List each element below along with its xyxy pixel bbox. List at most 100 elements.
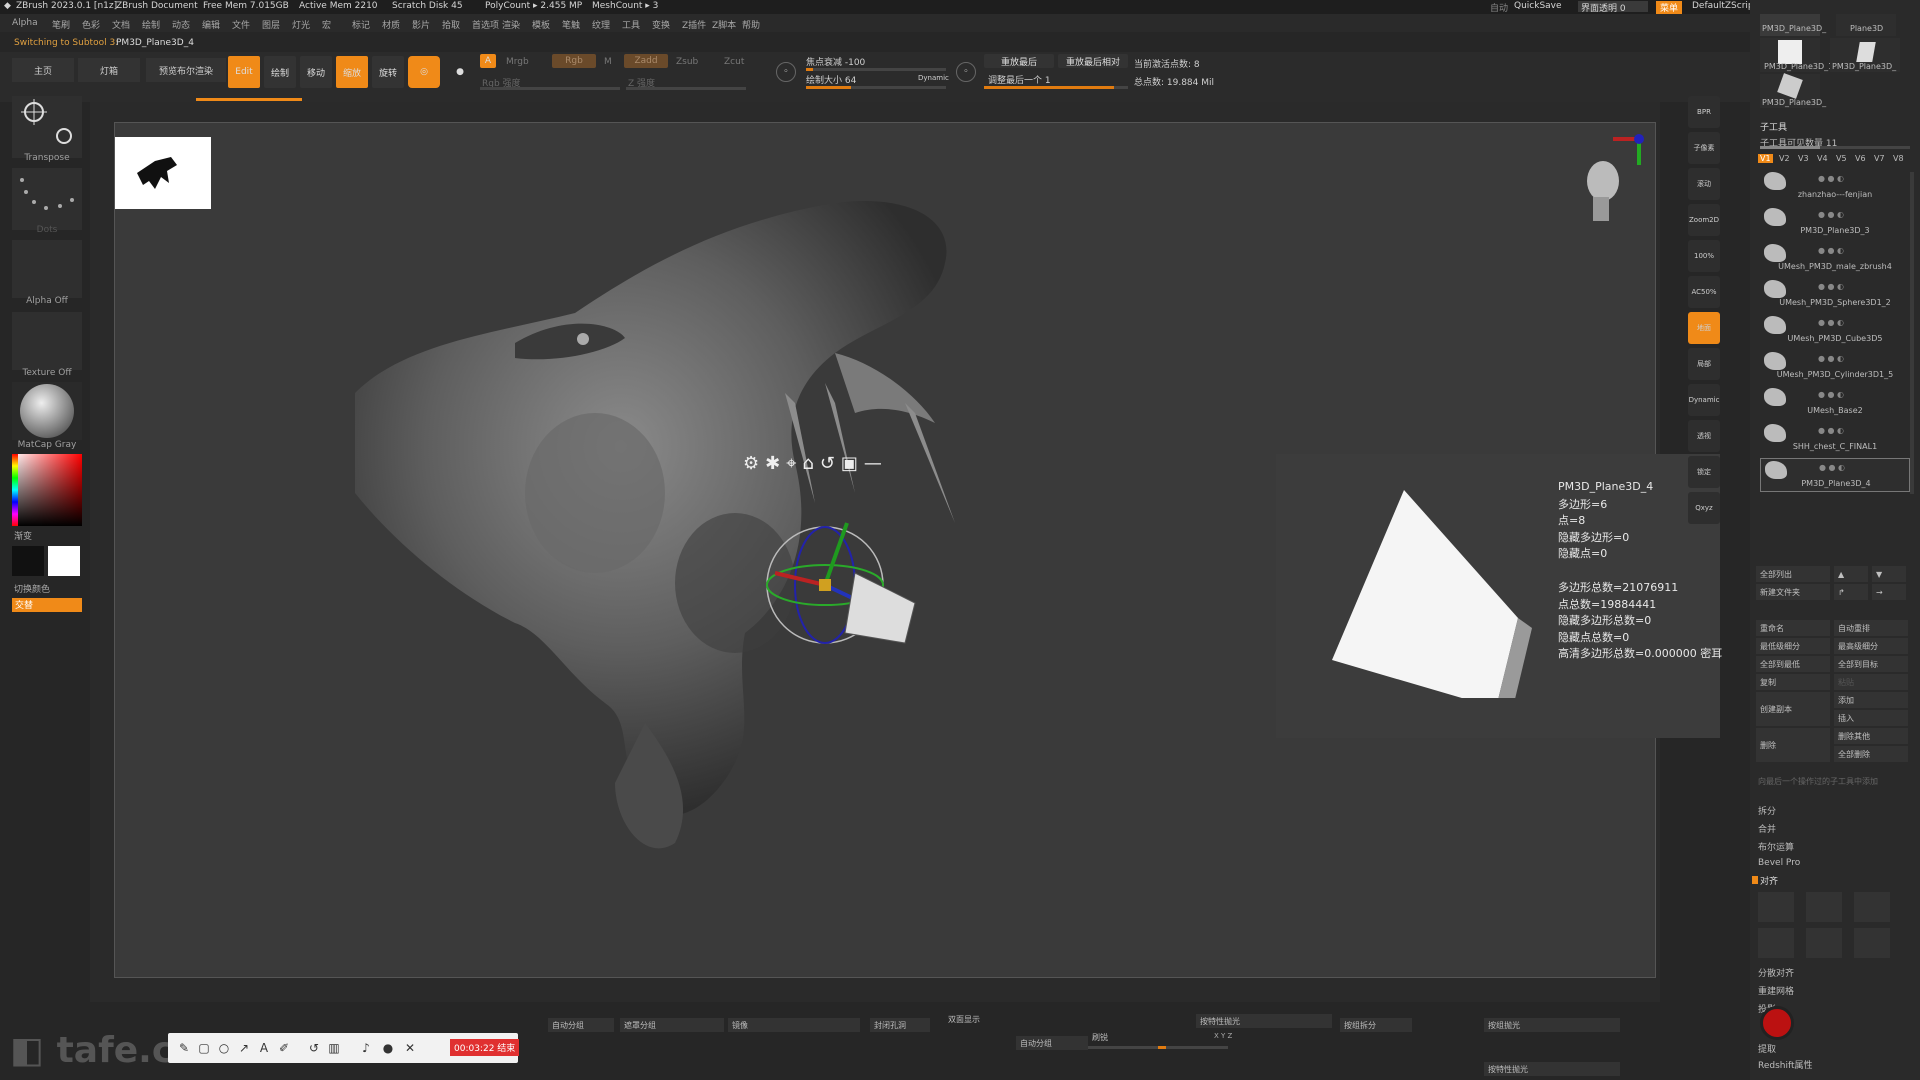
version-tab[interactable]: V6 (1853, 154, 1868, 163)
subtool-header[interactable]: 子工具 (1760, 120, 1787, 133)
switch-color-label[interactable]: 切换颜色 (14, 582, 50, 595)
visibility-icon[interactable]: ● ● ◐ (1818, 390, 1844, 399)
reset-icon[interactable]: ↺ (820, 453, 835, 474)
rgb-button[interactable]: Rgb (552, 54, 596, 68)
lowest-sub-button[interactable]: 最低级细分 (1756, 638, 1830, 654)
subtool-item[interactable]: ● ● ◐ zhanzhao---fenjian (1760, 170, 1910, 204)
bevel-pro-section[interactable]: Bevel Pro (1758, 858, 1800, 868)
align-left-icon[interactable] (1758, 892, 1794, 922)
brush-sphere-icon[interactable]: ◎ (408, 56, 440, 88)
matcap-button[interactable] (12, 382, 82, 440)
version-tab[interactable]: V7 (1872, 154, 1887, 163)
zadd-button[interactable]: Zadd (624, 54, 668, 68)
version-tab[interactable]: V1 (1758, 154, 1773, 163)
zoom100-button[interactable]: 100% (1688, 240, 1720, 272)
tab-home[interactable]: 主页 (12, 58, 74, 82)
menu-item[interactable]: 编辑 (202, 18, 220, 31)
menu-item[interactable]: Z脚本 (712, 18, 736, 31)
extract-section[interactable]: 提取 (1758, 1042, 1776, 1055)
replay-icon[interactable]: ◦ (956, 62, 976, 82)
rgb-strength-slider[interactable] (480, 87, 620, 90)
rotate-button[interactable]: 旋转 (372, 56, 404, 88)
close-holes-button[interactable]: 封闭孔洞 (870, 1018, 930, 1032)
menu-item[interactable]: 首选项 (472, 18, 499, 31)
menu-item[interactable]: 工具 (622, 18, 640, 31)
mrgb-button[interactable]: Mrgb (506, 57, 529, 67)
menu-item[interactable]: 宏 (322, 18, 331, 31)
menu-item[interactable]: 灯光 (292, 18, 310, 31)
group-polish-button[interactable]: 按组抛光 (1484, 1018, 1620, 1032)
menu-item[interactable]: 文档 (112, 18, 130, 31)
draw-button[interactable]: 绘制 (264, 56, 296, 88)
arrow-icon[interactable]: ↗ (236, 1040, 252, 1056)
lock-icon[interactable]: ▣ (841, 453, 858, 474)
new-folder-button[interactable]: 新建文件夹 (1756, 584, 1830, 600)
align-bottom-icon[interactable] (1854, 928, 1890, 958)
menu-item[interactable]: 帮助 (742, 18, 760, 31)
circle-icon[interactable]: ○ (216, 1040, 232, 1056)
append-button[interactable]: 添加 (1834, 692, 1908, 708)
dynamic-button[interactable]: Dynamic (1688, 384, 1720, 416)
transform-gizmo[interactable] (755, 493, 935, 663)
visibility-icon[interactable]: ● ● ◐ (1818, 210, 1844, 219)
alpha-button[interactable] (12, 240, 82, 298)
auto-group-button[interactable]: 自动分组 (548, 1018, 614, 1032)
subtool-item[interactable]: ● ● ◐ UMesh_Base2 (1760, 386, 1910, 420)
menu-item[interactable]: Z插件 (682, 18, 706, 31)
xyz-button[interactable]: Qxyz (1688, 492, 1720, 524)
menu-item[interactable]: 动态 (172, 18, 190, 31)
insert-button[interactable]: 插入 (1834, 710, 1908, 726)
main-color-swatch[interactable] (48, 546, 80, 576)
align-center-icon[interactable] (1806, 892, 1842, 922)
edit-button[interactable]: Edit (228, 56, 260, 88)
pen-icon[interactable]: ✎ (176, 1040, 192, 1056)
version-tab[interactable]: V8 (1891, 154, 1906, 163)
merge-section[interactable]: 合并 (1758, 822, 1776, 835)
menu-item[interactable]: 笔刷 (52, 18, 70, 31)
subtool-item[interactable]: ● ● ◐ UMesh_PM3D_Sphere3D1_2 (1760, 278, 1910, 312)
text-icon[interactable]: A (256, 1040, 272, 1056)
all-high-button[interactable]: 全部到目标 (1834, 656, 1908, 672)
create-copy-button[interactable]: 创建副本 (1756, 692, 1830, 726)
lock-button[interactable]: 锁定 (1688, 456, 1720, 488)
polish-by-feature-button[interactable]: 按特性抛光 (1196, 1014, 1332, 1028)
subtool-item[interactable]: ● ● ◐ UMesh_PM3D_Cube3D5 (1760, 314, 1910, 348)
visibility-icon[interactable]: ● ● ◐ (1818, 426, 1844, 435)
move-up-icon[interactable]: ▲ (1834, 566, 1868, 582)
version-tab[interactable]: V5 (1834, 154, 1849, 163)
delete-button[interactable]: 删除 (1756, 728, 1830, 762)
subtool-item[interactable]: ● ● ◐ PM3D_Plane3D_4 (1760, 458, 1910, 492)
menu-item[interactable]: Alpha (12, 18, 38, 28)
visibility-icon[interactable]: ● ● ◐ (1818, 318, 1844, 327)
auto-group2-button[interactable]: 自动分组 (1016, 1036, 1088, 1050)
scroll-button[interactable]: 滚动 (1688, 168, 1720, 200)
visibility-icon[interactable]: ● ● ◐ (1818, 174, 1844, 183)
menu-item[interactable]: 笔触 (562, 18, 580, 31)
transpose-button[interactable] (12, 96, 82, 158)
tool-thumb-1[interactable]: PM3D_Plane3D_ (1760, 14, 1826, 36)
marker-icon[interactable]: ✐ (276, 1040, 292, 1056)
mirror-button[interactable]: 镜像 (728, 1018, 860, 1032)
boolean-section[interactable]: 布尔运算 (1758, 840, 1794, 853)
redshift-section[interactable]: Redshift属性 (1758, 1058, 1813, 1071)
tool-thumb-4[interactable]: PM3D_Plane3D_ (1830, 38, 1900, 72)
menu-button[interactable]: 菜单 (1656, 1, 1683, 14)
stroke-dots-button[interactable] (12, 168, 82, 230)
bpr-button[interactable]: BPR (1688, 96, 1720, 128)
z-strength-slider[interactable] (626, 87, 746, 90)
replay-last-button[interactable]: 重放最后 (984, 54, 1054, 68)
alternate-button[interactable]: 交替 (12, 598, 82, 612)
menu-item[interactable]: 材质 (382, 18, 400, 31)
align-top-icon[interactable] (1758, 928, 1794, 958)
m-button[interactable]: M (604, 57, 612, 67)
a-toggle[interactable]: A (480, 54, 496, 68)
ac50-button[interactable]: AC50% (1688, 276, 1720, 308)
focal-icon[interactable]: ◦ (776, 62, 796, 82)
visible-count-slider[interactable] (1760, 146, 1910, 149)
trash-icon[interactable]: ▥ (326, 1040, 342, 1056)
menu-item[interactable]: 色彩 (82, 18, 100, 31)
menu-item[interactable]: 影片 (412, 18, 430, 31)
menu-item[interactable]: 文件 (232, 18, 250, 31)
remesh-section[interactable]: 重建网格 (1758, 984, 1794, 997)
highest-sub-button[interactable]: 最高级细分 (1834, 638, 1908, 654)
